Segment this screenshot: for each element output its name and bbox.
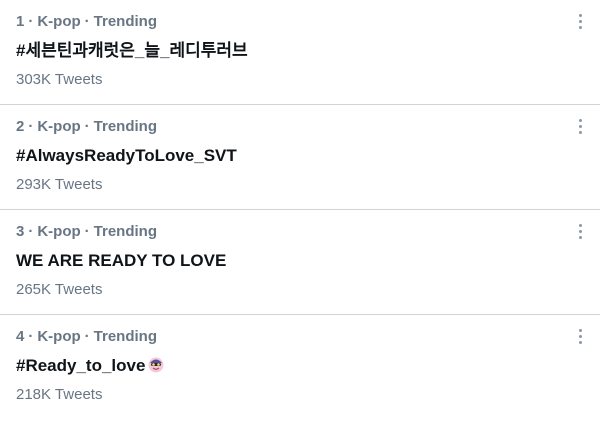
meta-separator: · <box>84 118 90 135</box>
meta-separator: · <box>28 328 34 345</box>
trend-item[interactable]: 4 · K-pop · Trending #Ready_to_love 218K Twe… <box>0 315 600 420</box>
trend-name: WE ARE READY TO LOVE <box>16 251 227 270</box>
trend-tweet-count: 218K Tweets <box>16 386 103 403</box>
more-vertical-icon <box>578 13 582 17</box>
more-vertical-icon <box>578 223 582 227</box>
meta-separator: · <box>84 223 90 240</box>
trend-meta: 1 · K-pop · Trending <box>16 13 584 31</box>
trend-tweet-count: 265K Tweets <box>16 281 103 298</box>
trend-meta: 4 · K-pop · Trending <box>16 328 584 346</box>
trend-item[interactable]: 2 · K-pop · Trending #AlwaysReadyToLove_SVT … <box>0 105 600 210</box>
meta-separator: · <box>84 328 90 345</box>
trend-name: #세븐틴과캐럿은_늘_레디투러브 <box>16 41 248 60</box>
trend-item[interactable]: 1 · K-pop · Trending #세븐틴과캐럿은_늘_레디투러브 303K T… <box>0 0 600 105</box>
more-options-button[interactable] <box>572 11 588 31</box>
trends-list: 1 · K-pop · Trending #세븐틴과캐럿은_늘_레디투러브 303K T… <box>0 0 600 420</box>
trend-name: #AlwaysReadyToLove_SVT <box>16 146 237 165</box>
more-vertical-icon <box>578 229 582 233</box>
trend-tweet-count: 303K Tweets <box>16 71 103 88</box>
more-vertical-icon <box>578 334 582 338</box>
more-vertical-icon <box>578 235 582 239</box>
trend-name: #Ready_to_love <box>16 356 146 375</box>
more-vertical-icon <box>578 25 582 29</box>
more-vertical-icon <box>578 19 582 23</box>
trend-status: Trending <box>93 13 158 30</box>
more-vertical-icon <box>578 118 582 122</box>
more-vertical-icon <box>578 130 582 134</box>
more-options-button[interactable] <box>572 221 588 241</box>
meta-separator: · <box>84 13 90 30</box>
trend-category: K-pop <box>37 328 81 345</box>
meta-separator: · <box>28 118 34 135</box>
trend-tweet-count: 293K Tweets <box>16 176 103 193</box>
trend-name-row: #Ready_to_love <box>16 355 584 377</box>
trend-meta: 2 · K-pop · Trending <box>16 118 584 136</box>
trend-status: Trending <box>93 328 158 345</box>
trend-status: Trending <box>93 118 158 135</box>
more-vertical-icon <box>578 124 582 128</box>
trend-status: Trending <box>93 223 158 240</box>
more-options-button[interactable] <box>572 326 588 346</box>
trend-meta: 3 · K-pop · Trending <box>16 223 584 241</box>
more-options-button[interactable] <box>572 116 588 136</box>
meta-separator: · <box>28 223 34 240</box>
trend-category: K-pop <box>37 13 81 30</box>
trend-item[interactable]: 3 · K-pop · Trending WE ARE READY TO LOVE 26… <box>0 210 600 315</box>
seventeen-hashflag-icon <box>148 357 164 373</box>
more-vertical-icon <box>578 328 582 332</box>
trend-category: K-pop <box>37 223 81 240</box>
more-vertical-icon <box>578 340 582 344</box>
meta-separator: · <box>28 13 34 30</box>
trend-category: K-pop <box>37 118 81 135</box>
